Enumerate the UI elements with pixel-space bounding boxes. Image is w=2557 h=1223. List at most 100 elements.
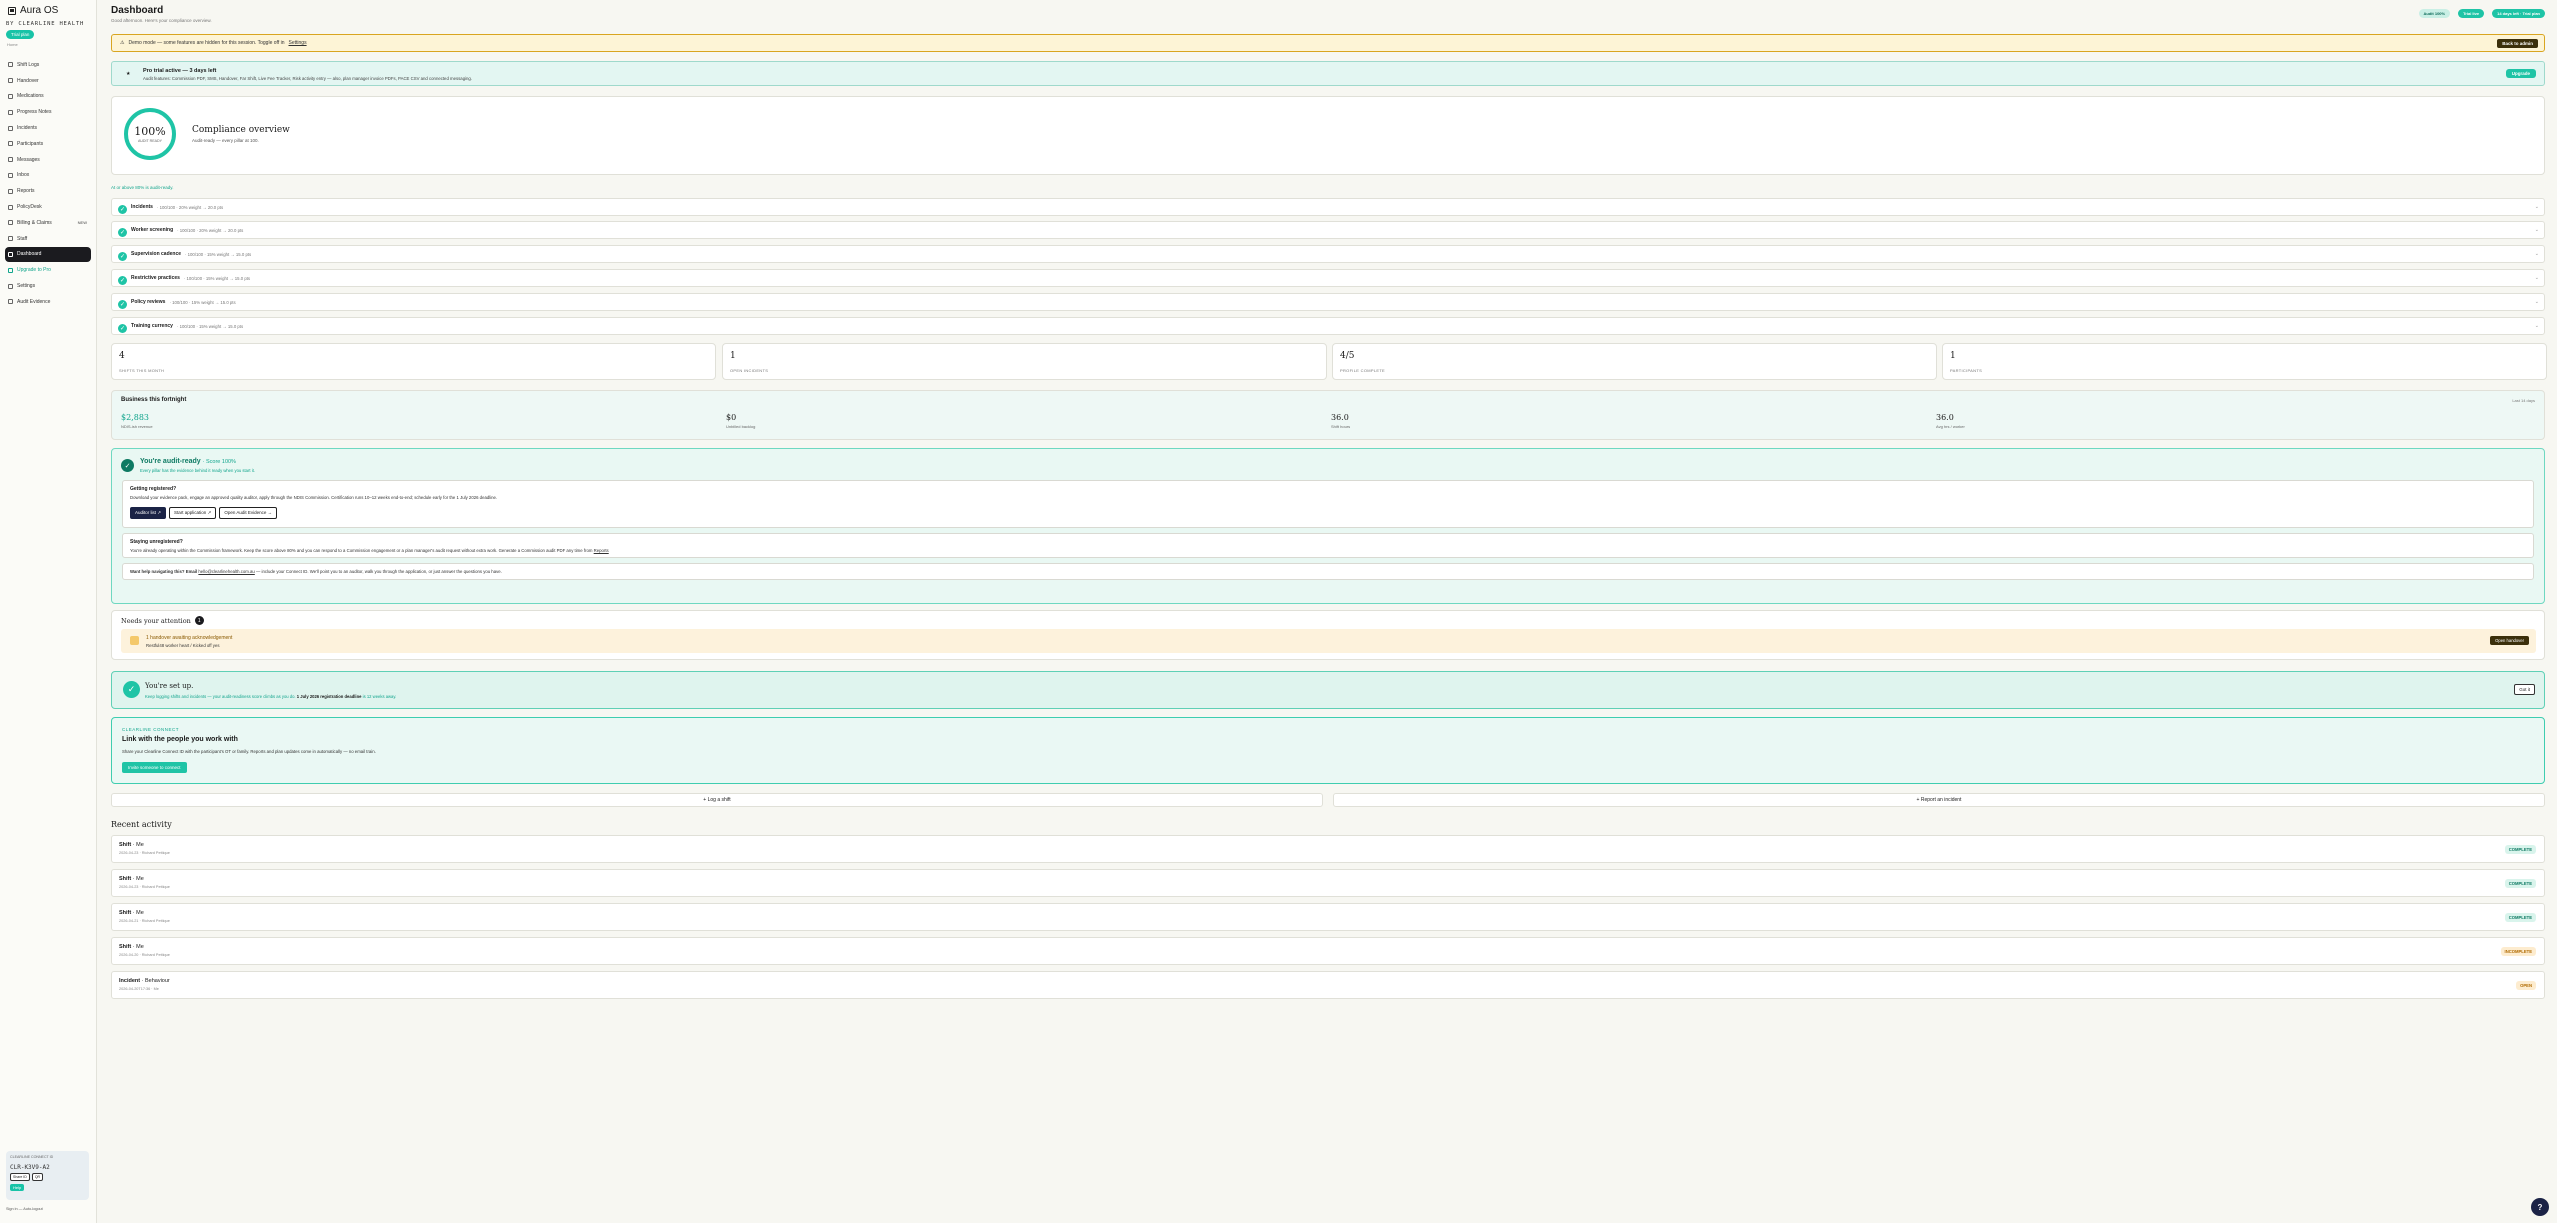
got-it-button[interactable]: Got it (2514, 684, 2535, 695)
sidebar-item-handover[interactable]: Handover (5, 73, 91, 89)
activity-title: Shift · Me (119, 944, 144, 950)
business-card: Business this fortnight Last 14 days $2,… (111, 390, 2545, 440)
new-badge: NEW (77, 220, 87, 226)
upgrade-to-pro-icon (8, 267, 13, 273)
activity-row[interactable]: Shift · Me 2026-04-23 · Richard Pettique C… (111, 835, 2545, 863)
chevron-down-icon[interactable]: ⌄ (2535, 299, 2539, 305)
activity-row[interactable]: Shift · Me 2026-04-21 · Richard Pettique C… (111, 903, 2545, 931)
criterion-meta: · 100/100 · 15% weight → 15.0 pts (185, 251, 252, 257)
open-audit-evidence-button[interactable]: Open Audit Evidence → (219, 507, 278, 519)
help-fab-button[interactable]: ? (2531, 1198, 2549, 1216)
criterion-row[interactable]: ✓ Policy reviews · 100/100 · 15% weight → … (111, 293, 2545, 311)
activity-row[interactable]: Shift · Me 2026-04-23 · Richard Pettique C… (111, 869, 2545, 897)
activity-who: · Me (132, 944, 144, 950)
chevron-down-icon[interactable]: ⌄ (2535, 204, 2539, 210)
stat-card[interactable]: 1 PARTICIPANTS (1942, 343, 2547, 380)
staying-unregistered-body: You're already operating within the Comm… (130, 548, 609, 553)
sidebar-item-dashboard[interactable]: Dashboard (5, 246, 91, 263)
sidebar-item-settings[interactable]: Settings (5, 278, 91, 294)
upgrade-button[interactable]: Upgrade (2505, 69, 2536, 78)
business-hours: 36.0 Shift hours (1331, 413, 1350, 429)
business-range[interactable]: Last 14 days (2512, 398, 2535, 403)
back-to-admin-button[interactable]: Back to admin (2497, 39, 2538, 48)
sidebar-footer[interactable]: Sign in — Auto-logout (6, 1207, 43, 1211)
report-incident-button[interactable]: + Report an incident (1333, 793, 2545, 807)
stat-value: 4 (119, 351, 125, 361)
policydesk-icon (8, 204, 13, 210)
criterion-row[interactable]: ✓ Restrictive practices · 100/100 · 15% we… (111, 269, 2545, 287)
criterion-row[interactable]: ✓ Supervision cadence · 100/100 · 15% weig… (111, 245, 2545, 263)
needs-attention-card: Needs your attention 1 1 handover awaitin… (111, 610, 2545, 660)
stat-label: SHIFTS THIS MONTH (119, 368, 165, 373)
start-application-button[interactable]: Start application ↗ (169, 507, 217, 519)
getting-registered-title: Getting registered? (130, 486, 177, 492)
activity-type: Shift (119, 876, 132, 882)
stat-card[interactable]: 1 OPEN INCIDENTS (722, 343, 1327, 380)
activity-who: · Me (132, 876, 144, 882)
progress-notes-icon (8, 109, 13, 115)
settings-link[interactable]: Settings (289, 40, 307, 46)
sidebar-item-label: Shift Logs (17, 61, 40, 68)
activity-meta: 2026-04-23 · Richard Pettique (119, 851, 170, 855)
criterion-row[interactable]: ✓ Incidents · 100/100 · 20% weight → 20.0 … (111, 198, 2545, 216)
audit-chip[interactable]: Audit 100% (2418, 9, 2451, 18)
criterion-name: Policy reviews (131, 299, 166, 305)
criterion-row[interactable]: ✓ Worker screening · 100/100 · 20% weight … (111, 221, 2545, 239)
chevron-down-icon[interactable]: ⌄ (2535, 251, 2539, 257)
stat-label: PARTICIPANTS (1950, 368, 1983, 373)
reports-link[interactable]: Reports (594, 548, 609, 553)
share-id-button[interactable]: Share ID (10, 1173, 30, 1181)
attention-item[interactable]: 1 handover awaiting acknowledgement Rest… (121, 629, 2536, 653)
sidebar-item-reports[interactable]: Reports (5, 183, 91, 199)
staying-unregistered-title: Staying unregistered? (130, 539, 183, 545)
sidebar-item-progress-notes[interactable]: Progress Notes (5, 104, 91, 120)
staying-unregistered-text: You're already operating within the Comm… (130, 548, 593, 553)
chevron-down-icon[interactable]: ⌄ (2535, 323, 2539, 329)
chevron-down-icon[interactable]: ⌄ (2535, 275, 2539, 281)
page-subtitle: Good afternoon. Here's your compliance o… (111, 18, 212, 23)
trial-body: Audit features: Commission PDF, SMS, Han… (143, 76, 473, 81)
sidebar-item-policydesk[interactable]: PolicyDesk (5, 199, 91, 215)
activity-title: Shift · Me (119, 842, 144, 848)
sidebar-item-upgrade-to-pro[interactable]: Upgrade to Pro (5, 262, 91, 278)
help-email-link[interactable]: hello@clearlinehealth.com.au (198, 569, 254, 574)
warning-icon: ⚠ (120, 40, 125, 46)
stat-card[interactable]: 4/5 PROFILE COMPLETE (1332, 343, 1937, 380)
sidebar-item-incidents[interactable]: Incidents (5, 120, 91, 136)
sidebar-item-medications[interactable]: Medications (5, 89, 91, 105)
app-menu-icon[interactable] (8, 6, 16, 15)
business-backlog: $0 Unbilled backlog (726, 413, 755, 429)
sidebar-item-participants[interactable]: Participants (5, 136, 91, 152)
criterion-meta: · 100/100 · 20% weight → 20.0 pts (177, 227, 244, 233)
sidebar-item-staff[interactable]: Staff (5, 231, 91, 247)
sidebar-item-messages[interactable]: Messages (5, 152, 91, 168)
log-shift-button[interactable]: + Log a shift (111, 793, 1323, 807)
open-handover-button[interactable]: Open handover (2490, 636, 2529, 645)
setup-title: You're set up. (145, 682, 194, 690)
trial-title: Pro trial active — 3 days left (143, 68, 217, 74)
criterion-row[interactable]: ✓ Training currency · 100/100 · 15% weight… (111, 317, 2545, 335)
trial-days-chip[interactable]: 14 days left · Trial plan (2492, 9, 2545, 18)
auditor-list-button[interactable]: Auditor list ↗ (130, 507, 167, 519)
sidebar-item-inbox[interactable]: Inbox (5, 168, 91, 184)
needs-attention-title: Needs your attention 1 (121, 616, 204, 625)
activity-title: Shift · Me (119, 876, 144, 882)
chevron-down-icon[interactable]: ⌄ (2535, 227, 2539, 233)
staying-unregistered-box: Staying unregistered? You're already ope… (122, 533, 2534, 558)
activity-row[interactable]: Incident · Behaviour 2026-04-20T17:36 · M… (111, 971, 2545, 999)
help-email-suffix: — include your Connect ID. We'll point y… (256, 569, 502, 574)
stat-card[interactable]: 4 SHIFTS THIS MONTH (111, 343, 716, 380)
sidebar-item-billing-claims[interactable]: Billing & Claims NEW (5, 215, 91, 231)
overview-subtitle: Audit-ready — every pillar at 100. (192, 138, 259, 143)
brand[interactable]: Aura OS (8, 5, 58, 16)
stat-label: OPEN INCIDENTS (730, 368, 769, 373)
trial-live-chip[interactable]: Trial live (2458, 9, 2485, 18)
trial-chip[interactable]: Trial plan (6, 30, 35, 39)
activity-row[interactable]: Shift · Me 2026-04-20 · Richard Pettique I… (111, 937, 2545, 965)
sidebar-item-audit-evidence[interactable]: Audit Evidence (5, 294, 91, 310)
help-button[interactable]: Help (10, 1184, 25, 1191)
qr-button[interactable]: QR (31, 1173, 44, 1181)
invite-connect-button[interactable]: Invite someone to connect (122, 762, 187, 773)
activity-who: · Behaviour (141, 978, 170, 984)
sidebar-item-shift-logs[interactable]: Shift Logs (5, 57, 91, 73)
